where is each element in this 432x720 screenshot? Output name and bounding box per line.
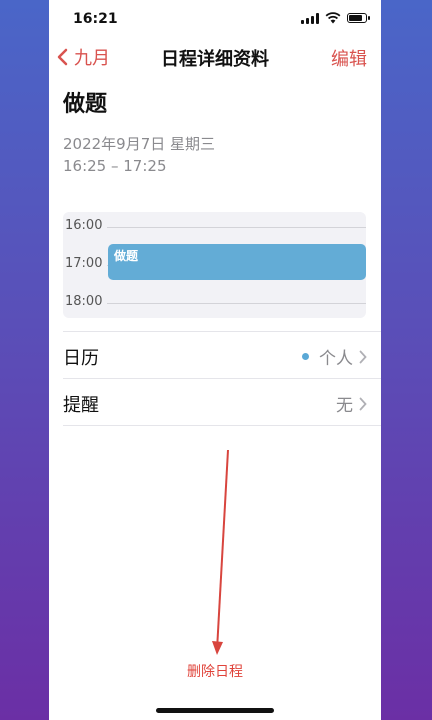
arrow-down-icon <box>212 449 229 655</box>
delete-event-button[interactable]: 删除日程 <box>49 661 381 681</box>
home-indicator[interactable] <box>156 708 274 713</box>
phone-screen: 16:21 九月 日程详细资料 编辑 做题 2022年9月7日 星期三 16:2… <box>49 0 381 720</box>
